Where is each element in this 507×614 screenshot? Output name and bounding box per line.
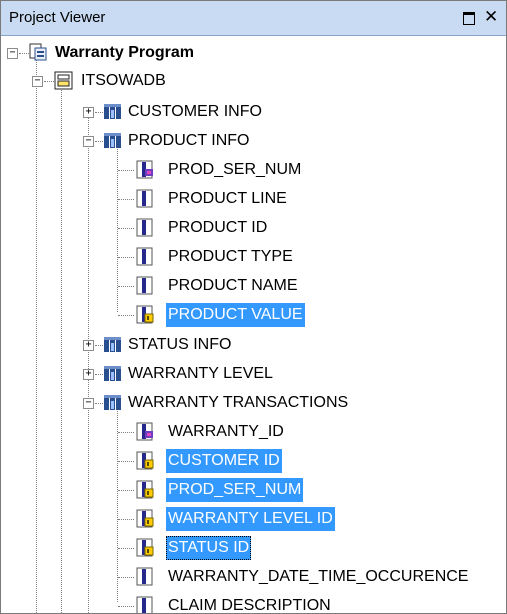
tree-node-label: PROD_SER_NUM <box>166 478 304 502</box>
tree-node-label: CUSTOMER ID <box>166 449 282 473</box>
table-icon <box>104 337 121 352</box>
tree-node-label: PRODUCT VALUE <box>166 303 305 327</box>
panel-title: Project Viewer <box>9 9 106 26</box>
column-icon <box>136 567 153 586</box>
tree-node-label: PRODUCT INFO <box>128 132 250 149</box>
tree-node-label: WARRANTY LEVEL <box>128 365 273 382</box>
tree-node-label: WARRANTY_ID <box>168 423 284 440</box>
table-icon <box>104 104 121 119</box>
tree-connector <box>118 461 134 462</box>
tree-connector <box>118 490 134 491</box>
tree-connector <box>36 56 37 613</box>
collapse-toggle[interactable]: − <box>83 136 94 147</box>
tree-node-label: PRODUCT ID <box>168 219 268 236</box>
tree-node-label: WARRANTY_DATE_TIME_OCCURENCE <box>168 568 469 585</box>
tree-connector <box>95 141 103 142</box>
expand-toggle[interactable]: + <box>83 107 94 118</box>
collapse-toggle[interactable]: − <box>32 76 43 87</box>
tree-node-label: PROD_SER_NUM <box>168 161 302 178</box>
project-icon <box>29 43 47 61</box>
tree-connector <box>118 519 134 520</box>
tree-node-label: STATUS ID <box>166 536 252 560</box>
key-column-icon <box>136 422 153 441</box>
tree-connector <box>44 81 54 82</box>
key-column-icon <box>136 160 153 179</box>
tree-connector <box>118 315 134 316</box>
tree-node-label: ITSOWADB <box>81 72 166 89</box>
tree-connector <box>88 108 89 613</box>
tree-node-label: CLAIM DESCRIPTION <box>168 597 331 614</box>
tree-connector <box>95 345 103 346</box>
column-icon <box>136 189 153 208</box>
collapse-toggle[interactable]: − <box>83 398 94 409</box>
tree-connector <box>118 170 134 171</box>
measure-column-icon <box>136 305 154 324</box>
expand-toggle[interactable]: + <box>83 340 94 351</box>
tree-node-label: CUSTOMER INFO <box>128 103 262 120</box>
database-icon <box>54 71 73 90</box>
project-viewer-panel: Project Viewer ✕ − Warranty Program − IT… <box>0 0 507 614</box>
tree-node-label: WARRANTY LEVEL ID <box>166 507 335 531</box>
measure-column-icon <box>136 451 154 470</box>
tree-connector <box>118 432 134 433</box>
tree-connector <box>118 257 134 258</box>
measure-column-icon <box>136 480 154 499</box>
tree-node-label: PRODUCT TYPE <box>168 248 293 265</box>
tree-connector <box>95 403 103 404</box>
tree-connector <box>95 112 103 113</box>
tree-connector <box>118 199 134 200</box>
column-icon <box>136 247 153 266</box>
maximize-icon[interactable] <box>463 12 475 25</box>
tree-node-label: PRODUCT NAME <box>168 277 298 294</box>
panel-titlebar: Project Viewer ✕ <box>1 1 506 36</box>
table-icon <box>104 395 121 410</box>
tree-connector <box>118 548 134 549</box>
tree-connector <box>118 228 134 229</box>
tree-connector <box>118 577 134 578</box>
tree-node-label: STATUS INFO <box>128 336 232 353</box>
project-tree: − Warranty Program − ITSOWADB + CUSTOMER … <box>1 36 506 613</box>
tree-node-label: PRODUCT LINE <box>168 190 287 207</box>
tree-node-label: WARRANTY TRANSACTIONS <box>128 394 349 411</box>
tree-connector <box>118 286 134 287</box>
column-icon <box>136 218 153 237</box>
column-icon <box>136 596 153 613</box>
tree-node-label: Warranty Program <box>55 44 194 61</box>
close-icon[interactable]: ✕ <box>484 7 498 27</box>
tree-connector <box>117 407 118 602</box>
tree-connector <box>19 53 29 54</box>
measure-column-icon <box>136 538 154 557</box>
table-icon <box>104 366 121 381</box>
tree-connector <box>118 606 134 607</box>
expand-toggle[interactable]: + <box>83 369 94 380</box>
table-icon <box>104 133 121 148</box>
tree-connector <box>61 84 62 613</box>
column-icon <box>136 276 153 295</box>
collapse-toggle[interactable]: − <box>7 48 18 59</box>
tree-connector <box>95 374 103 375</box>
measure-column-icon <box>136 509 154 528</box>
